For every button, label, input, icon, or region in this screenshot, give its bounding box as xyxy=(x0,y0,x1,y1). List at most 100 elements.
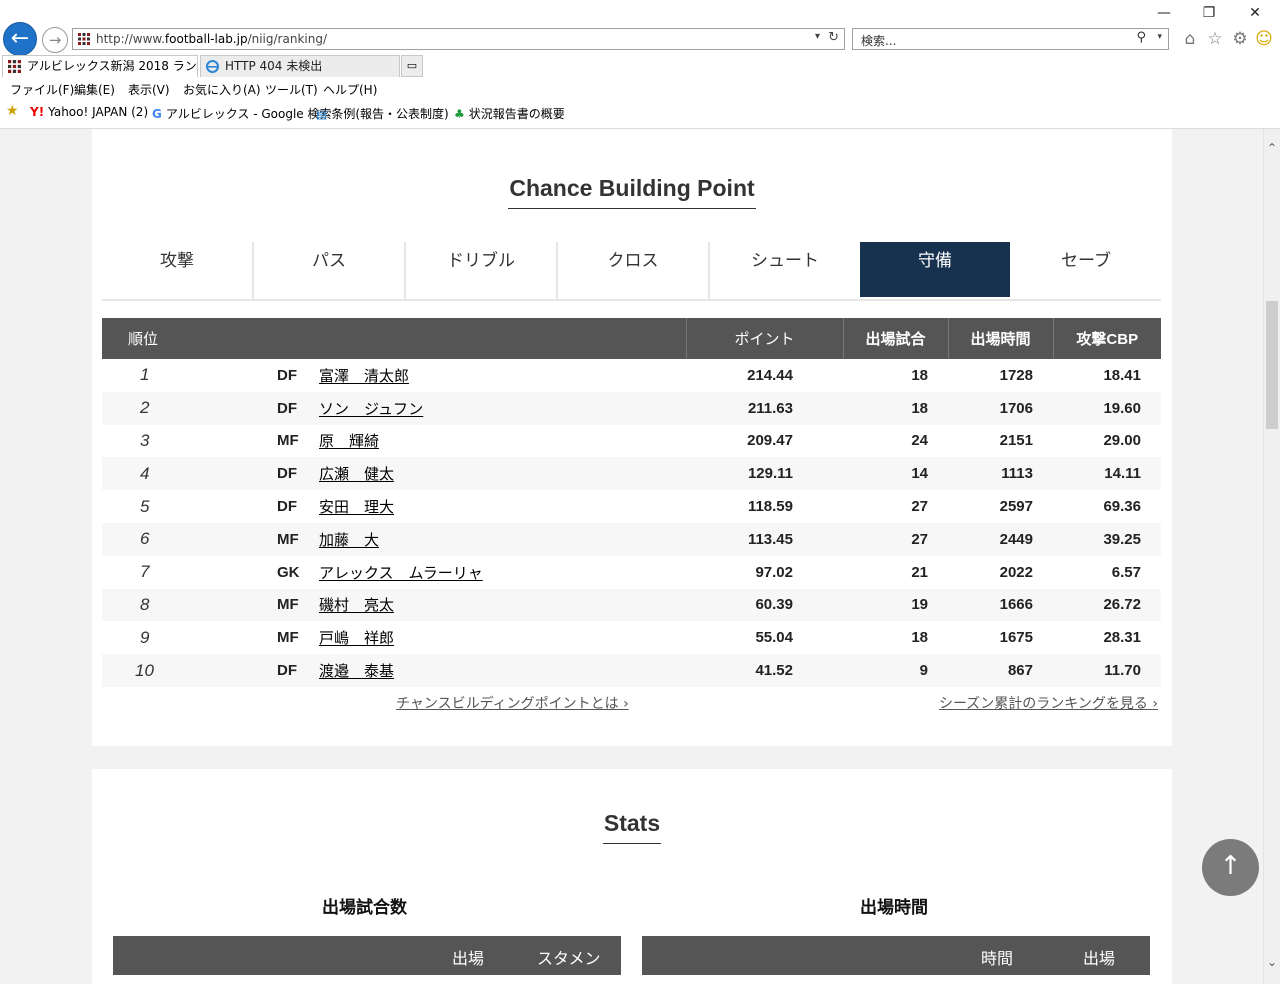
new-tab-icon: ▭ xyxy=(406,59,418,72)
minimize-icon[interactable]: — xyxy=(1151,4,1177,22)
favorites-add-icon[interactable]: ★ xyxy=(6,103,19,119)
tab-dribble[interactable]: ドリブル xyxy=(406,242,556,299)
player-link[interactable]: 広瀬 健太 xyxy=(319,466,394,483)
cbp-cell: 19.60 xyxy=(1053,391,1161,425)
chevron-right-icon: › xyxy=(1152,696,1158,712)
table-row: 4 DF 広瀬 健太 129.11 14 1113 14.11 xyxy=(102,457,1161,491)
player-link[interactable]: 原 輝綺 xyxy=(319,433,379,450)
player-link[interactable]: 富澤 清太郎 xyxy=(319,368,409,385)
back-button[interactable]: ← xyxy=(3,22,37,56)
position-cell: DF xyxy=(277,457,297,491)
scroll-to-top-button[interactable]: ↑ xyxy=(1202,839,1259,896)
tab-attack[interactable]: 攻撃 xyxy=(102,242,252,299)
table-header-row: 順位 ポイント 出場試合 出場時間 攻撃CBP xyxy=(102,318,1161,359)
cbp-cell: 69.36 xyxy=(1103,498,1141,516)
address-bar[interactable]: http://www.football-lab.jp/niig/ranking/… xyxy=(72,28,845,50)
points-cell: 60.39 xyxy=(686,588,843,622)
header-cbp[interactable]: 攻撃CBP xyxy=(1052,318,1161,359)
favorites-star-icon[interactable]: ☆ xyxy=(1204,28,1226,50)
position-cell: MF xyxy=(277,629,299,647)
rank-cell: 4 xyxy=(102,457,277,491)
tab-cross[interactable]: クロス xyxy=(558,242,708,299)
smiley-icon[interactable]: ☺ xyxy=(1253,28,1275,50)
season-ranking-link[interactable]: シーズン累計のランキングを見る › xyxy=(939,693,1158,713)
chevron-down-icon[interactable]: ▾ xyxy=(815,31,820,42)
home-icon[interactable]: ⌂ xyxy=(1179,28,1201,50)
header-minutes[interactable]: 出場時間 xyxy=(947,318,1053,359)
player-link[interactable]: ソン ジュフン xyxy=(319,401,423,418)
menu-edit[interactable]: 編集(E) xyxy=(74,81,115,98)
forward-button[interactable]: → xyxy=(42,27,68,53)
player-cell: 磯村 亮太 xyxy=(294,588,686,622)
player-link[interactable]: 安田 理大 xyxy=(319,499,394,516)
games-cell: 21 xyxy=(911,563,928,581)
chevron-right-icon: › xyxy=(623,696,629,712)
header-appearances[interactable]: 出場 xyxy=(452,945,484,969)
favorite-yahoo[interactable]: Y! Yahoo! JAPAN (2) xyxy=(30,105,148,119)
menu-tools[interactable]: ツール(T) xyxy=(265,81,318,98)
scrollbar-thumb[interactable] xyxy=(1266,301,1278,429)
site-favicon-icon xyxy=(8,60,21,73)
player-link[interactable]: 渡邉 泰基 xyxy=(319,663,394,680)
tab-pass[interactable]: パス xyxy=(254,242,404,299)
restore-icon[interactable]: ❐ xyxy=(1196,4,1222,22)
cbp-cell: 18.41 xyxy=(1103,366,1141,384)
chevron-down-icon[interactable]: ⌄ xyxy=(1267,955,1277,969)
player-link[interactable]: アレックス ムラーリャ xyxy=(319,565,483,582)
menu-help[interactable]: ヘルプ(H) xyxy=(323,81,377,98)
stat-minutes-header: 時間 出場 xyxy=(642,936,1150,975)
vertical-scrollbar[interactable]: ⌃ ⌄ xyxy=(1263,129,1280,984)
games-cell: 19 xyxy=(843,588,948,622)
player-cell: 渡邉 泰基 xyxy=(294,654,686,687)
player-cell: 原 輝綺 xyxy=(294,425,686,458)
position-cell: MF xyxy=(277,432,299,450)
minutes-cell: 2449 xyxy=(948,522,1053,556)
category-tabs: 攻撃 パス ドリブル クロス シュート 守備 セーブ xyxy=(102,242,1161,301)
arrow-up-icon: ↑ xyxy=(1219,851,1242,881)
search-icon[interactable]: ⚲ xyxy=(1136,30,1146,45)
menu-bar: ファイル(F) 編集(E) 表示(V) お気に入り(A) ツール(T) ヘルプ(… xyxy=(0,79,1280,99)
favorite-google-search[interactable]: G アルビレックス - Google 検索 xyxy=(152,105,331,122)
points-cell: 97.02 xyxy=(755,563,793,581)
tab-shoot[interactable]: シュート xyxy=(710,242,860,299)
header-appearances[interactable]: 出場 xyxy=(1083,945,1115,969)
player-cell: 広瀬 健太 xyxy=(294,457,686,491)
games-cell: 18 xyxy=(843,391,948,425)
about-cbp-link[interactable]: チャンスビルディングポイントとは › xyxy=(396,693,629,713)
player-link[interactable]: 磯村 亮太 xyxy=(319,597,394,614)
header-rank[interactable]: 順位 xyxy=(102,318,686,359)
header-points[interactable]: ポイント xyxy=(685,318,843,359)
chevron-down-icon[interactable]: ▾ xyxy=(1157,32,1162,42)
player-link[interactable]: 戸嶋 祥郎 xyxy=(319,630,394,647)
points-cell: 214.44 xyxy=(747,366,793,384)
cbp-cell: 39.25 xyxy=(1053,522,1161,556)
tab-defense[interactable]: 守備 xyxy=(860,242,1010,297)
position-cell: MF xyxy=(277,522,299,556)
rank-cell: 2 xyxy=(102,391,277,425)
favorite-report[interactable]: ♣ 状況報告書の概要 xyxy=(454,105,565,122)
browser-tab-active[interactable]: アルビレックス新潟 2018 ランキ... xyxy=(2,55,198,77)
search-box[interactable]: 検索... ⚲ ▾ xyxy=(852,28,1169,50)
minutes-cell: 1706 xyxy=(948,391,1053,425)
browser-tab[interactable]: HTTP 404 未検出 xyxy=(200,55,400,77)
menu-view[interactable]: 表示(V) xyxy=(128,81,170,98)
tab-save[interactable]: セーブ xyxy=(1011,242,1161,299)
arrow-right-icon: → xyxy=(48,31,62,49)
favorite-ordinance[interactable]: ▤ 条例(報告・公表制度) xyxy=(316,105,449,122)
points-cell: 55.04 xyxy=(755,629,793,647)
gear-icon[interactable]: ⚙ xyxy=(1229,28,1251,50)
points-cell: 118.59 xyxy=(747,498,793,516)
refresh-icon[interactable]: ↻ xyxy=(828,30,839,45)
header-time[interactable]: 時間 xyxy=(981,945,1013,969)
menu-file[interactable]: ファイル(F) xyxy=(10,81,74,98)
close-icon[interactable]: ✕ xyxy=(1242,4,1268,22)
header-starts[interactable]: スタメン xyxy=(537,945,601,969)
player-cell: アレックス ムラーリャ xyxy=(294,556,686,589)
menu-favorites[interactable]: お気に入り(A) xyxy=(183,81,261,98)
new-tab-button[interactable]: ▭ xyxy=(401,55,423,77)
player-link[interactable]: 加藤 大 xyxy=(319,532,379,549)
header-games[interactable]: 出場試合 xyxy=(842,318,948,359)
cbp-cell: 6.57 xyxy=(1111,563,1141,581)
chevron-up-icon[interactable]: ⌃ xyxy=(1267,141,1277,155)
position-cell: MF xyxy=(277,588,299,622)
